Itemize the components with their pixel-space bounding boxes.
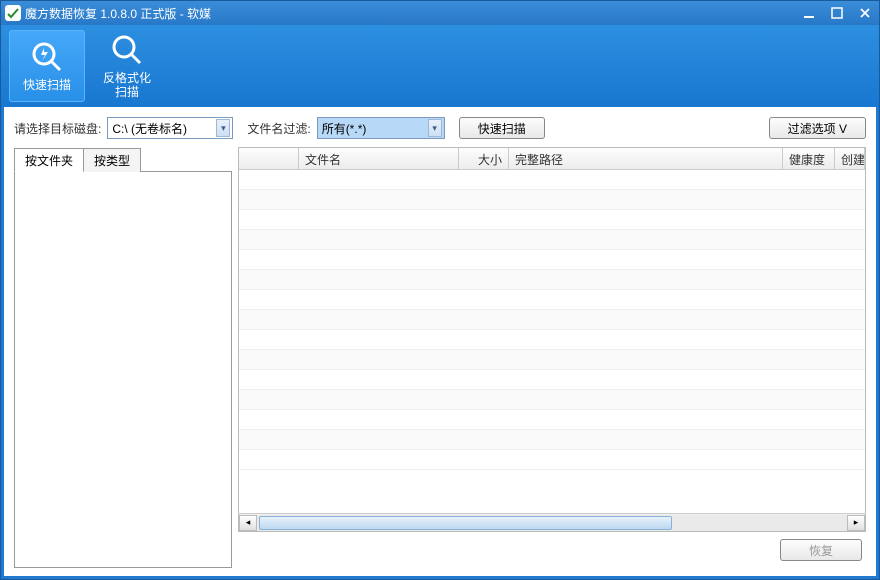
scroll-left-icon[interactable]: ◂ [239, 515, 257, 531]
table-row [239, 170, 865, 190]
table-row [239, 430, 865, 450]
table-row [239, 390, 865, 410]
table-row [239, 350, 865, 370]
col-created[interactable]: 创建 [835, 148, 865, 169]
footer-bar: 恢复 [238, 532, 866, 568]
table-row [239, 190, 865, 210]
right-pane: 文件名 大小 完整路径 健康度 创建 [238, 147, 866, 568]
app-window: 魔方数据恢复 1.0.8.0 正式版 - 软媒 快速扫描 反格式化 扫描 [0, 0, 880, 580]
results-grid: 文件名 大小 完整路径 健康度 创建 [238, 147, 866, 532]
disk-select[interactable]: C:\ (无卷标名) ▾ [107, 117, 233, 139]
chevron-down-icon: ▾ [216, 119, 230, 137]
filter-bar: 请选择目标磁盘: C:\ (无卷标名) ▾ 文件名过滤: 所有(*.*) ▾ 快… [14, 115, 866, 141]
col-name[interactable]: 文件名 [299, 148, 459, 169]
ribbon-toolbar: 快速扫描 反格式化 扫描 [1, 25, 879, 107]
maximize-button[interactable] [823, 1, 851, 25]
col-size[interactable]: 大小 [459, 148, 509, 169]
table-row [239, 450, 865, 470]
quick-scan-tab[interactable]: 快速扫描 [9, 30, 85, 102]
quick-scan-label: 快速扫描 [23, 78, 71, 92]
format-scan-tab[interactable]: 反格式化 扫描 [89, 30, 165, 102]
minimize-button[interactable] [795, 1, 823, 25]
table-row [239, 230, 865, 250]
close-button[interactable] [851, 1, 879, 25]
name-filter-label: 文件名过滤: [247, 120, 310, 137]
folder-tree[interactable] [14, 171, 232, 568]
search-icon [110, 33, 144, 67]
tree-tabs: 按文件夹 按类型 [14, 147, 232, 171]
filter-options-button[interactable]: 过滤选项 V [769, 117, 866, 139]
table-row [239, 410, 865, 430]
table-row [239, 290, 865, 310]
scroll-thumb[interactable] [259, 516, 672, 530]
table-row [239, 330, 865, 350]
content-area: 请选择目标磁盘: C:\ (无卷标名) ▾ 文件名过滤: 所有(*.*) ▾ 快… [1, 107, 879, 579]
main-pane: 按文件夹 按类型 文件名 大小 完整路径 健康度 创建 [14, 147, 866, 568]
search-lightning-icon [30, 40, 64, 74]
format-scan-label: 反格式化 扫描 [103, 71, 151, 99]
scroll-track[interactable] [257, 515, 847, 531]
app-logo-icon [5, 5, 21, 21]
disk-label: 请选择目标磁盘: [14, 120, 101, 137]
scroll-right-icon[interactable]: ▸ [847, 515, 865, 531]
col-health[interactable]: 健康度 [783, 148, 835, 169]
table-row [239, 270, 865, 290]
recover-button[interactable]: 恢复 [780, 539, 862, 561]
chevron-down-icon: ▾ [428, 119, 442, 137]
tab-by-type[interactable]: 按类型 [83, 148, 141, 172]
grid-body[interactable] [239, 170, 865, 513]
col-path[interactable]: 完整路径 [509, 148, 783, 169]
col-checkbox[interactable] [239, 148, 299, 169]
grid-header: 文件名 大小 完整路径 健康度 创建 [239, 148, 865, 170]
table-row [239, 370, 865, 390]
table-row [239, 310, 865, 330]
horizontal-scrollbar[interactable]: ◂ ▸ [239, 513, 865, 531]
window-title: 魔方数据恢复 1.0.8.0 正式版 - 软媒 [25, 5, 795, 22]
title-bar: 魔方数据恢复 1.0.8.0 正式版 - 软媒 [1, 1, 879, 25]
scan-button[interactable]: 快速扫描 [459, 117, 545, 139]
left-pane: 按文件夹 按类型 [14, 147, 232, 568]
tab-by-folder[interactable]: 按文件夹 [14, 148, 84, 172]
name-filter-select[interactable]: 所有(*.*) ▾ [317, 117, 445, 139]
table-row [239, 210, 865, 230]
name-filter-value: 所有(*.*) [322, 120, 367, 137]
table-row [239, 250, 865, 270]
disk-select-value: C:\ (无卷标名) [112, 120, 187, 137]
